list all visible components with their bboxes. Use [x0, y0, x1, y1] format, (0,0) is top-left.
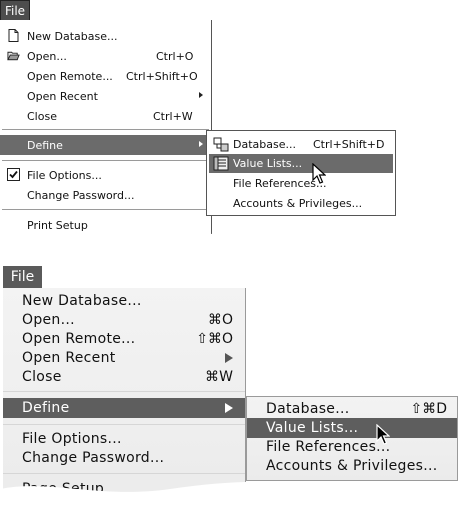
menu-item-shortcut: Ctrl+Shift+O — [126, 70, 198, 83]
menu-item-label: Open... — [22, 312, 75, 328]
menu-item-shortcut: Ctrl+O — [156, 50, 194, 63]
menu-item-label: Close — [22, 369, 62, 385]
define-submenu: Database... Ctrl+Shift+D Value Lists... … — [206, 130, 396, 216]
submenu-item-value-lists[interactable]: Value Lists... — [247, 418, 457, 438]
menu-separator — [2, 160, 209, 161]
menu-item-file-options[interactable]: File Options... — [3, 429, 245, 449]
submenu-item-label: Database... — [233, 138, 296, 151]
submenu-item-file-references[interactable]: File References... — [209, 174, 393, 193]
submenu-item-accounts-privileges[interactable]: Accounts & Privileges... — [209, 194, 393, 213]
menu-item-close[interactable]: Close Ctrl+W — [0, 106, 211, 126]
submenu-item-file-references[interactable]: File References... — [247, 437, 457, 457]
menu-item-file-options[interactable]: File Options... — [0, 165, 211, 185]
menu-item-shortcut: ⇧⌘O — [196, 331, 233, 347]
menu-item-open-remote[interactable]: Open Remote... ⇧⌘O — [3, 329, 245, 349]
menu-item-label: New Database... — [27, 30, 118, 43]
mac-file-menu-screenshot: File New Database... Open... ⌘O Open Rem… — [0, 262, 460, 507]
mouse-pointer-icon — [376, 424, 390, 445]
menu-item-label: New Database... — [22, 293, 142, 309]
menu-item-shortcut: Ctrl+W — [153, 110, 193, 123]
submenu-arrow-icon — [199, 92, 203, 98]
define-submenu: Database... ⇧⌘D Value Lists... File Refe… — [246, 396, 458, 481]
submenu-item-value-lists[interactable]: Value Lists... — [209, 154, 393, 173]
menu-item-shortcut: ⌘O — [207, 312, 233, 328]
menu-item-label: Change Password... — [22, 450, 165, 466]
submenu-item-database[interactable]: Database... Ctrl+Shift+D — [209, 135, 393, 154]
menu-item-change-password[interactable]: Change Password... — [0, 185, 211, 205]
submenu-item-label: Database... — [266, 401, 350, 417]
menu-item-label: Open Recent — [27, 90, 98, 103]
menu-item-label: Define — [27, 139, 63, 152]
mouse-pointer-icon — [312, 163, 326, 184]
submenu-arrow-icon — [199, 141, 203, 147]
menu-item-new-database[interactable]: New Database... — [3, 291, 245, 311]
menu-separator — [3, 391, 245, 392]
submenu-item-label: Value Lists... — [266, 420, 359, 436]
menu-item-open-recent[interactable]: Open Recent — [3, 348, 245, 368]
open-folder-icon — [7, 51, 20, 61]
submenu-arrow-icon — [225, 353, 233, 363]
menu-separator — [2, 129, 209, 130]
menu-item-label: Open Remote... — [22, 331, 136, 347]
database-icon — [213, 137, 229, 152]
menu-item-open[interactable]: Open... Ctrl+O — [0, 46, 211, 66]
menu-item-label: File Options... — [22, 431, 122, 447]
menu-item-define[interactable]: Define — [3, 398, 245, 418]
checkmark-icon — [7, 168, 20, 181]
menu-item-label: Close — [27, 110, 57, 123]
torn-edge-divider — [0, 481, 460, 507]
submenu-item-label: File References... — [266, 439, 391, 455]
torn-edge-divider — [0, 229, 460, 262]
menu-separator — [3, 424, 245, 425]
menu-separator — [3, 473, 245, 474]
submenu-arrow-icon — [225, 403, 233, 413]
submenu-item-label: Accounts & Privileges... — [266, 458, 438, 474]
submenu-item-label: Accounts & Privileges... — [233, 197, 363, 210]
submenu-item-accounts-privileges[interactable]: Accounts & Privileges... — [247, 456, 457, 476]
menu-item-define[interactable]: Define — [0, 135, 211, 155]
file-menu-dropdown: New Database... Open... ⌘O Open Remote..… — [3, 288, 246, 507]
submenu-item-database[interactable]: Database... ⇧⌘D — [247, 399, 457, 419]
menu-item-close[interactable]: Close ⌘W — [3, 367, 245, 387]
menu-item-open-remote[interactable]: Open Remote... Ctrl+Shift+O — [0, 66, 211, 86]
menu-item-new-database[interactable]: New Database... — [0, 26, 211, 46]
new-document-icon — [8, 29, 19, 42]
menu-item-open-recent[interactable]: Open Recent — [0, 86, 211, 106]
menu-item-label: Open Remote... — [27, 70, 113, 83]
file-menu-title[interactable]: File — [0, 0, 30, 21]
submenu-item-label: Value Lists... — [233, 157, 303, 170]
menu-item-label: Change Password... — [27, 189, 135, 202]
menu-item-change-password[interactable]: Change Password... — [3, 448, 245, 468]
menu-item-shortcut: ⌘W — [205, 369, 233, 385]
menu-separator — [2, 209, 209, 210]
menu-item-label: File Options... — [27, 169, 102, 182]
menu-item-label: Open Recent — [22, 350, 116, 366]
value-list-icon — [213, 156, 229, 171]
windows-file-menu-screenshot: File New Database... Open... Ctrl+O Open… — [0, 0, 460, 262]
submenu-item-shortcut: ⇧⌘D — [410, 401, 447, 417]
file-menu-title[interactable]: File — [3, 266, 42, 288]
menu-item-label: Open... — [27, 50, 67, 63]
menu-item-open[interactable]: Open... ⌘O — [3, 310, 245, 330]
menu-item-label: Define — [22, 400, 70, 416]
submenu-item-shortcut: Ctrl+Shift+D — [313, 138, 385, 151]
